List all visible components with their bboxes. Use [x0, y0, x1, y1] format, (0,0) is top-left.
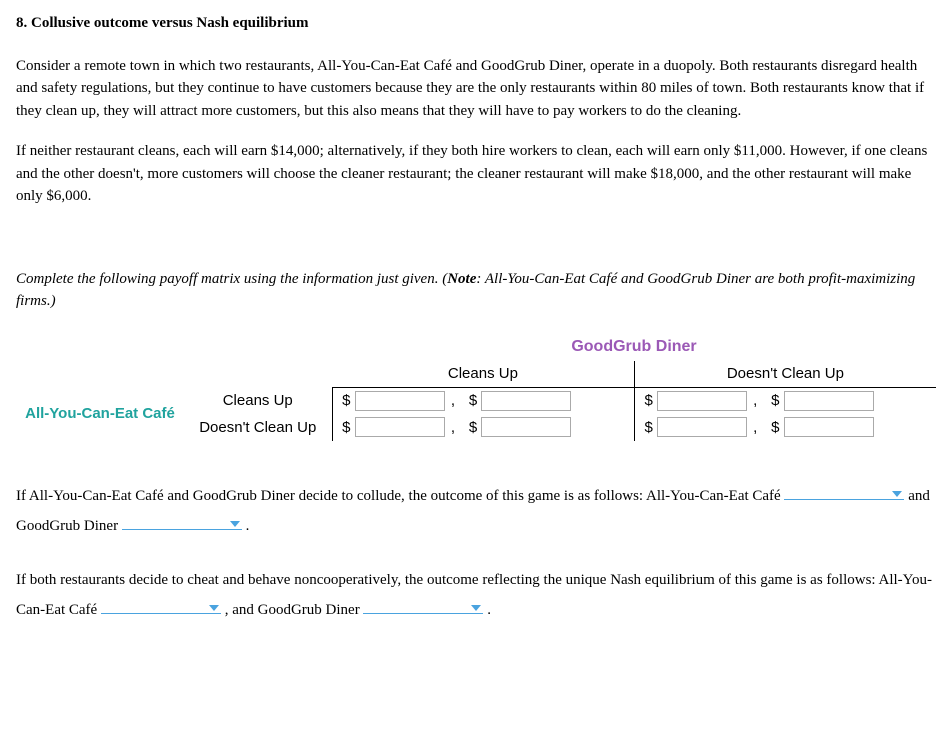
- chevron-down-icon: [209, 605, 219, 611]
- row-header-doesnt-clean-up: Doesn't Clean Up: [184, 415, 332, 442]
- question-title: 8. Collusive outcome versus Nash equilib…: [16, 12, 936, 35]
- cell-separator: ,: [751, 417, 761, 440]
- cell-separator: ,: [751, 390, 761, 413]
- currency-symbol: $: [639, 417, 653, 440]
- currency-symbol: $: [765, 417, 779, 440]
- currency-symbol: $: [639, 390, 653, 413]
- payoff-matrix: GoodGrub Diner Cleans Up Doesn't Clean U…: [16, 333, 936, 442]
- nash-dropdown-cafe[interactable]: [101, 595, 221, 614]
- nash-dropdown-diner[interactable]: [363, 595, 483, 614]
- payoff-input-r2c2-b[interactable]: [784, 417, 874, 437]
- instruction-pre: Complete the following payoff matrix usi…: [16, 271, 447, 287]
- currency-symbol: $: [337, 417, 351, 440]
- paragraph-2: If neither restaurant cleans, each will …: [16, 140, 936, 208]
- collude-text-1: If All-You-Can-Eat Café and GoodGrub Din…: [16, 488, 781, 504]
- cell-separator: ,: [449, 417, 459, 440]
- column-player-label: GoodGrub Diner: [332, 333, 936, 361]
- chevron-down-icon: [471, 605, 481, 611]
- nash-text-3: .: [487, 602, 491, 618]
- payoff-input-r1c1-a[interactable]: [355, 391, 445, 411]
- collude-text-3: .: [246, 518, 250, 534]
- currency-symbol: $: [463, 390, 477, 413]
- payoff-input-r1c1-b[interactable]: [481, 391, 571, 411]
- currency-symbol: $: [463, 417, 477, 440]
- paragraph-1: Consider a remote town in which two rest…: [16, 55, 936, 123]
- payoff-input-r2c1-b[interactable]: [481, 417, 571, 437]
- collude-dropdown-diner[interactable]: [122, 511, 242, 530]
- currency-symbol: $: [765, 390, 779, 413]
- payoff-input-r1c2-b[interactable]: [784, 391, 874, 411]
- col-header-doesnt-clean-up: Doesn't Clean Up: [634, 361, 936, 388]
- payoff-input-r2c1-a[interactable]: [355, 417, 445, 437]
- payoff-input-r2c2-a[interactable]: [657, 417, 747, 437]
- col-header-cleans-up: Cleans Up: [332, 361, 634, 388]
- collude-dropdown-cafe[interactable]: [784, 481, 904, 500]
- chevron-down-icon: [892, 491, 902, 497]
- nash-text-2: , and GoodGrub Diner: [225, 602, 360, 618]
- collude-question: If All-You-Can-Eat Café and GoodGrub Din…: [16, 481, 936, 541]
- row-player-label: All-You-Can-Eat Café: [16, 388, 184, 442]
- instruction-note-label: Note: [447, 271, 476, 287]
- instruction-text: Complete the following payoff matrix usi…: [16, 268, 936, 313]
- cell-separator: ,: [449, 390, 459, 413]
- payoff-input-r1c2-a[interactable]: [657, 391, 747, 411]
- nash-question: If both restaurants decide to cheat and …: [16, 565, 936, 625]
- chevron-down-icon: [230, 521, 240, 527]
- row-header-cleans-up: Cleans Up: [184, 388, 332, 415]
- currency-symbol: $: [337, 390, 351, 413]
